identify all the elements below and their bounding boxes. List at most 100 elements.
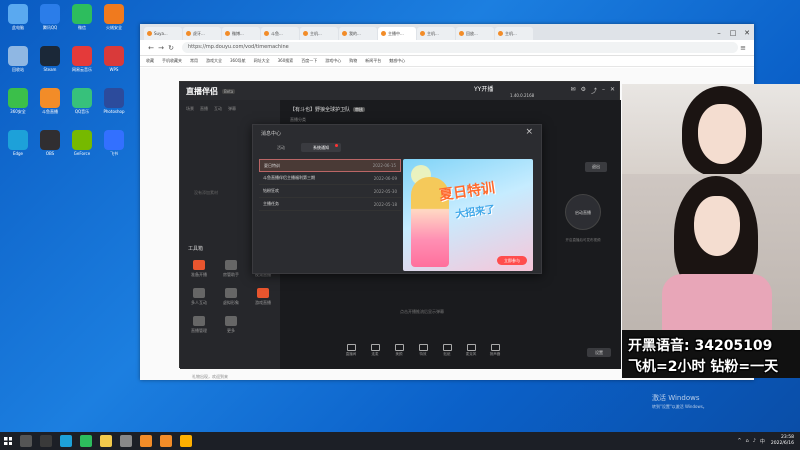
- app-icon: [104, 4, 124, 24]
- start-button[interactable]: [0, 432, 16, 450]
- url-input[interactable]: https://mp.douyu.com/vod/timemachine: [182, 42, 738, 53]
- streaming-app-icon[interactable]: [160, 435, 172, 447]
- bookmark-item[interactable]: 360导航: [230, 58, 246, 64]
- left-tab[interactable]: 互动: [214, 106, 222, 112]
- desktop-icon[interactable]: 火绒安全: [98, 4, 130, 30]
- browser-tab[interactable]: 主机...: [300, 27, 338, 40]
- tray-arrow-icon[interactable]: ^: [737, 438, 741, 444]
- desktop-icon[interactable]: 网易云音乐: [66, 46, 98, 72]
- settings-icon[interactable]: ⚙: [581, 86, 586, 95]
- exit-button[interactable]: 退出: [585, 162, 607, 172]
- tool-button[interactable]: 更多: [216, 316, 246, 334]
- desktop-icon[interactable]: 微信: [66, 4, 98, 30]
- network-icon[interactable]: ⌂: [746, 438, 749, 444]
- bookmark-item[interactable]: 收藏: [146, 58, 154, 64]
- desktop-icon[interactable]: 斗鱼直播: [34, 88, 66, 114]
- desktop-icon[interactable]: 360安全: [2, 88, 34, 114]
- message-row[interactable]: 夏日特训 2022-06-15: [259, 159, 401, 172]
- bookmark-item[interactable]: 购物: [349, 58, 357, 64]
- desktop-icon[interactable]: QQ音乐: [66, 88, 98, 114]
- edge-icon[interactable]: [60, 435, 72, 447]
- desktop-icon[interactable]: Steam: [34, 46, 66, 72]
- minimize-icon[interactable]: –: [602, 86, 605, 95]
- dialog-tab[interactable]: 系统通知: [301, 143, 341, 152]
- promo-join-button[interactable]: 立即参与: [497, 256, 527, 265]
- browser-tab[interactable]: 微博...: [222, 27, 260, 40]
- menu-icon[interactable]: ≡: [738, 44, 748, 52]
- close-icon[interactable]: ✕: [740, 26, 754, 40]
- bottom-tool-button[interactable]: 扬声器: [484, 344, 506, 357]
- message-row[interactable]: 主播任务 2022-05-18: [259, 198, 401, 211]
- bookmark-item[interactable]: 游戏大全: [206, 58, 222, 64]
- ime-indicator[interactable]: 中: [760, 438, 765, 445]
- wechat-icon[interactable]: [80, 435, 92, 447]
- tool-button[interactable]: 虚拟形象: [216, 288, 246, 306]
- bottom-tool-button[interactable]: 直播间: [340, 344, 362, 357]
- start-live-button[interactable]: 启动直播: [565, 194, 601, 230]
- browser-tab[interactable]: Suya...: [144, 27, 182, 40]
- desktop-icon[interactable]: Photoshop: [98, 88, 130, 114]
- browser-tab[interactable]: 我的...: [339, 27, 377, 40]
- search-icon[interactable]: [20, 435, 32, 447]
- bookmark-item[interactable]: 网址大全: [254, 58, 270, 64]
- clock[interactable]: 23:58 2022/6/16: [771, 435, 794, 447]
- minimize-icon[interactable]: –: [712, 26, 726, 40]
- taskbar: ^ ⌂ ♪ 中 23:58 2022/6/16: [0, 432, 800, 450]
- bottom-tool-button[interactable]: 贴纸: [436, 344, 458, 357]
- close-icon[interactable]: ✕: [610, 86, 615, 95]
- desktop-icon[interactable]: 腾讯QQ: [34, 4, 66, 30]
- bookmark-item[interactable]: 360搜索: [278, 58, 294, 64]
- left-tab[interactable]: 直播: [200, 106, 208, 112]
- desktop-icon[interactable]: 此电脑: [2, 4, 34, 30]
- browser-tab[interactable]: 回放...: [456, 27, 494, 40]
- browser-tab[interactable]: 主播中...: [378, 27, 416, 40]
- app-icon[interactable]: [180, 435, 192, 447]
- left-tab[interactable]: 弹幕: [228, 106, 236, 112]
- tool-button[interactable]: 房管助手: [216, 260, 246, 278]
- tool-button[interactable]: 多人互动: [184, 288, 214, 306]
- settings-button[interactable]: 设置: [587, 348, 611, 357]
- left-tab[interactable]: 场景: [186, 106, 194, 112]
- room-category[interactable]: 直播分类: [290, 117, 306, 123]
- app-icon[interactable]: [120, 435, 132, 447]
- room-tag[interactable]: 审核: [353, 107, 366, 112]
- browser-tab[interactable]: 主机...: [495, 27, 533, 40]
- message-row[interactable]: 斗鱼直播伴侣主播福利第三期 2022-06-09: [259, 172, 401, 185]
- browser-tab[interactable]: 主机...: [417, 27, 455, 40]
- share-icon[interactable]: ⤴: [591, 86, 597, 95]
- desktop-icon[interactable]: GeForce: [66, 130, 98, 156]
- tool-button[interactable]: 直播管理: [184, 316, 214, 334]
- forward-icon[interactable]: →: [156, 44, 166, 52]
- message-row[interactable]: 钻粉狂欢 2022-05-30: [259, 185, 401, 198]
- back-icon[interactable]: ←: [146, 44, 156, 52]
- desktop-icon[interactable]: OBS: [34, 130, 66, 156]
- notification-icon[interactable]: ✉: [571, 86, 576, 95]
- douyu-icon[interactable]: [140, 435, 152, 447]
- bookmark-item[interactable]: 魅惑中心: [389, 58, 405, 64]
- desktop-icon[interactable]: 飞书: [98, 130, 130, 156]
- volume-icon[interactable]: ♪: [753, 438, 756, 444]
- bookmark-item[interactable]: 常用: [190, 58, 198, 64]
- bottom-tool-button[interactable]: 麦克风: [460, 344, 482, 357]
- task-view-icon[interactable]: [40, 435, 52, 447]
- desktop-icon[interactable]: Edge: [2, 130, 34, 156]
- desktop-icon[interactable]: 回收站: [2, 46, 34, 72]
- browser-tab[interactable]: 斗鱼...: [261, 27, 299, 40]
- bottom-tool-button[interactable]: 连麦: [364, 344, 386, 357]
- folder-icon[interactable]: [100, 435, 112, 447]
- maximize-icon[interactable]: □: [726, 26, 740, 40]
- bookmark-item[interactable]: 新闻平台: [365, 58, 381, 64]
- browser-tab[interactable]: 虎牙...: [183, 27, 221, 40]
- bookmark-item[interactable]: 百度一下: [301, 58, 317, 64]
- close-icon[interactable]: ×: [525, 127, 533, 137]
- tool-button[interactable]: 游戏直播: [248, 288, 278, 306]
- bottom-tool-button[interactable]: 美颜: [388, 344, 410, 357]
- dialog-tab[interactable]: 活动: [261, 143, 301, 152]
- promo-banner[interactable]: 夏日特训 大招来了 立即参与: [403, 159, 533, 271]
- tool-button[interactable]: 准备开播: [184, 260, 214, 278]
- desktop-icon[interactable]: WPS: [98, 46, 130, 72]
- bottom-tool-button[interactable]: 特效: [412, 344, 434, 357]
- bookmark-item[interactable]: 游戏中心: [325, 58, 341, 64]
- bookmark-item[interactable]: 手机收藏夹: [162, 58, 182, 64]
- refresh-icon[interactable]: ↻: [166, 44, 176, 52]
